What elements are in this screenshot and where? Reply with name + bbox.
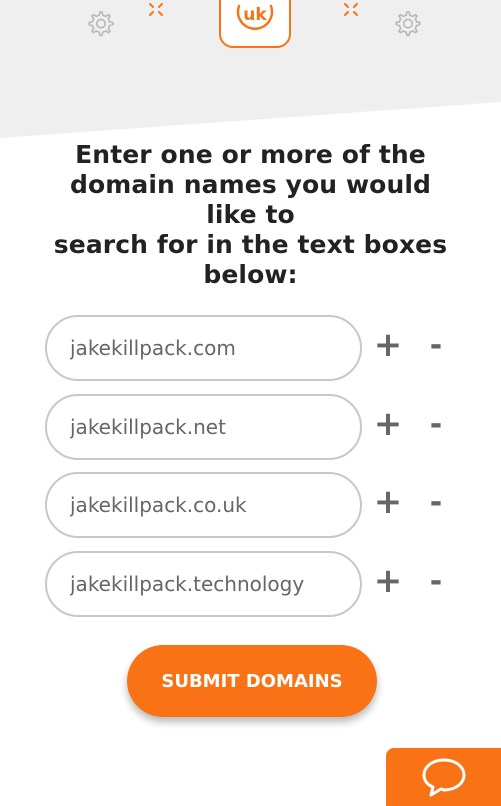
remove-domain-button[interactable]: - — [419, 404, 453, 444]
domain-input[interactable] — [45, 551, 362, 617]
heading-line: like to — [206, 200, 295, 229]
sparkle-icon — [147, 1, 165, 19]
site-logo[interactable]: uk — [219, 0, 291, 48]
add-domain-button[interactable]: + — [371, 325, 405, 365]
remove-domain-button[interactable]: - — [419, 561, 453, 601]
submit-domains-button[interactable]: SUBMIT DOMAINS — [127, 645, 377, 717]
add-domain-button[interactable]: + — [371, 482, 405, 522]
domain-row: + - — [45, 551, 465, 617]
page-heading: Enter one or more of the domain names yo… — [40, 140, 461, 290]
chat-button[interactable] — [386, 748, 501, 806]
chat-bubble-icon — [422, 758, 465, 797]
remove-domain-button[interactable]: - — [419, 482, 453, 522]
logo-mark: uk — [236, 4, 274, 30]
domain-row: + - — [45, 472, 465, 538]
remove-domain-button[interactable]: - — [419, 325, 453, 365]
domain-row: + - — [45, 315, 465, 381]
gear-icon — [391, 8, 423, 40]
heading-line: search for in the text boxes — [53, 230, 448, 259]
heading-line: Enter one or more of the — [75, 140, 426, 169]
add-domain-button[interactable]: + — [371, 404, 405, 444]
gear-icon — [84, 8, 116, 40]
domain-row: + - — [45, 394, 465, 460]
logo-text: uk — [243, 5, 267, 25]
heading-line: domain names you would — [69, 170, 432, 199]
domain-input[interactable] — [45, 315, 362, 381]
heading-line: below: — [203, 260, 298, 289]
add-domain-button[interactable]: + — [371, 561, 405, 601]
sparkle-icon — [342, 1, 360, 19]
domain-input[interactable] — [45, 472, 362, 538]
domain-input[interactable] — [45, 394, 362, 460]
